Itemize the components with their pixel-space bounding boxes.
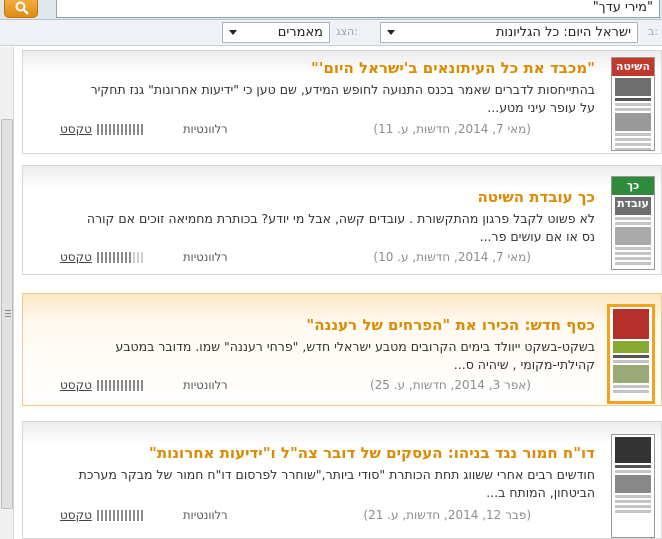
relevance-label: רלוונטיות xyxy=(183,378,228,392)
chevron-down-icon xyxy=(387,30,395,35)
chevron-down-icon xyxy=(229,30,237,35)
relevance-tick xyxy=(133,124,135,135)
relevance-bar xyxy=(97,380,143,391)
relevance-tick xyxy=(117,510,119,521)
result-card-selected[interactable]: כסף חדש: הכירו את "הפרחים של רעננה" בשקט… xyxy=(22,293,662,406)
relevance-tick xyxy=(137,380,139,391)
display-filter-label: הצג: xyxy=(336,25,358,38)
scrollbar-thumb[interactable] xyxy=(1,119,13,509)
result-snippet: לא פשוט לקבל פרגון מהתקשורת . עובדים קשה… xyxy=(86,211,595,244)
result-title[interactable]: דו"ח חמור נגד בניהו: העסקים של דובר צה"ל… xyxy=(149,444,595,462)
relevance-tick xyxy=(97,380,99,391)
result-snippet: בהתייחסות לדברים שאמר בכנס התנועה לחופש … xyxy=(90,82,595,115)
text-link[interactable]: טקסט xyxy=(60,122,92,136)
result-meta: (מאי 7, 2014, חדשות, ע. 11) xyxy=(373,122,531,136)
relevance-tick xyxy=(101,510,103,521)
relevance-tick xyxy=(125,252,127,263)
relevance-tick xyxy=(129,124,131,135)
relevance-tick xyxy=(109,510,111,521)
relevance-tick xyxy=(101,252,103,263)
relevance-tick xyxy=(117,124,119,135)
relevance-tick xyxy=(121,252,123,263)
relevance-label: רלוונטיות xyxy=(183,508,228,522)
newspaper-select[interactable]: ישראל היום: כל הגליונות xyxy=(380,22,638,43)
relevance-tick xyxy=(133,252,135,263)
newspaper-select-value: ישראל היום: כל הגליונות xyxy=(495,25,631,40)
relevance-tick xyxy=(101,380,103,391)
relevance-tick xyxy=(133,380,135,391)
relevance-tick xyxy=(137,124,139,135)
relevance-label: רלוונטיות xyxy=(183,122,228,136)
newspaper-thumbnail[interactable]: השיטה xyxy=(611,57,655,151)
results-scrollbar[interactable] xyxy=(0,47,14,539)
relevance-tick xyxy=(137,510,139,521)
result-meta: (אפר 3, 2014, חדשות, ע. 25) xyxy=(369,378,531,392)
search-button[interactable] xyxy=(4,0,38,18)
relevance-tick xyxy=(109,380,111,391)
text-link[interactable]: טקסט xyxy=(60,378,92,392)
relevance-tick xyxy=(121,380,123,391)
result-snippet: בשקט-בשקט ייוולד בימים הקרובים מטבע ישרא… xyxy=(115,339,596,372)
newspaper-thumbnail[interactable]: כך עובדת xyxy=(611,176,655,270)
relevance-tick xyxy=(97,510,99,521)
result-meta: (מאי 7, 2014, חדשות, ע. 10) xyxy=(373,250,531,264)
relevance-tick xyxy=(141,380,143,391)
relevance-tick xyxy=(129,510,131,521)
newspaper-thumbnail[interactable] xyxy=(607,304,655,404)
relevance-tick xyxy=(121,124,123,135)
relevance-tick xyxy=(137,252,139,263)
relevance-tick xyxy=(97,252,99,263)
search-icon xyxy=(15,1,29,15)
newspaper-filter-label: ב: xyxy=(647,25,658,38)
relevance-bar xyxy=(97,124,143,135)
relevance-tick xyxy=(105,252,107,263)
text-link[interactable]: טקסט xyxy=(60,250,92,264)
relevance-tick xyxy=(117,252,119,263)
result-title[interactable]: כך עובדת השיטה xyxy=(477,188,595,206)
search-input[interactable] xyxy=(56,0,660,18)
relevance-tick xyxy=(129,252,131,263)
relevance-bar xyxy=(97,252,143,263)
thumbnail-masthead: השיטה xyxy=(612,58,654,76)
relevance-tick xyxy=(113,380,115,391)
relevance-tick xyxy=(105,124,107,135)
result-meta: (פבר 12, 2014, חדשות, ע. 21) xyxy=(363,508,531,522)
relevance-tick xyxy=(117,380,119,391)
newspaper-thumbnail[interactable] xyxy=(611,434,655,538)
relevance-tick xyxy=(113,252,115,263)
search-bar xyxy=(0,0,662,20)
result-title[interactable]: "מכבד את כל העיתונאים ב'ישראל היום'" xyxy=(311,59,595,77)
relevance-label: רלוונטיות xyxy=(183,250,228,264)
relevance-bar xyxy=(97,510,143,521)
relevance-tick xyxy=(105,510,107,521)
text-link[interactable]: טקסט xyxy=(60,508,92,522)
relevance-tick xyxy=(113,124,115,135)
result-card[interactable]: כך עובדת כך עובדת השיטה לא פשוט לקבל פרג… xyxy=(22,165,662,275)
result-card[interactable]: דו"ח חמור נגד בניהו: העסקים של דובר צה"ל… xyxy=(22,421,662,539)
display-select-value: מאמרים xyxy=(277,25,323,40)
relevance-tick xyxy=(105,380,107,391)
relevance-tick xyxy=(109,124,111,135)
relevance-tick xyxy=(133,510,135,521)
relevance-tick xyxy=(97,124,99,135)
relevance-tick xyxy=(141,252,143,263)
relevance-tick xyxy=(141,510,143,521)
result-title[interactable]: כסף חדש: הכירו את "הפרחים של רעננה" xyxy=(306,316,595,334)
relevance-tick xyxy=(129,380,131,391)
relevance-tick xyxy=(101,124,103,135)
relevance-tick xyxy=(113,510,115,521)
relevance-tick xyxy=(109,252,111,263)
display-select[interactable]: מאמרים xyxy=(222,22,330,43)
relevance-tick xyxy=(121,510,123,521)
relevance-tick xyxy=(125,124,127,135)
relevance-tick xyxy=(125,380,127,391)
filter-bar: ב: ישראל היום: כל הגליונות הצג: מאמרים xyxy=(0,20,662,46)
result-card[interactable]: השיטה "מכבד את כל העיתונאים ב'ישראל היום… xyxy=(22,50,662,154)
relevance-tick xyxy=(141,124,143,135)
thumbnail-masthead: כך עובדת xyxy=(612,177,654,210)
relevance-tick xyxy=(125,510,127,521)
result-snippet: חודשים רבים אחרי ששווג תחת הכותרת "סודי … xyxy=(78,467,595,500)
